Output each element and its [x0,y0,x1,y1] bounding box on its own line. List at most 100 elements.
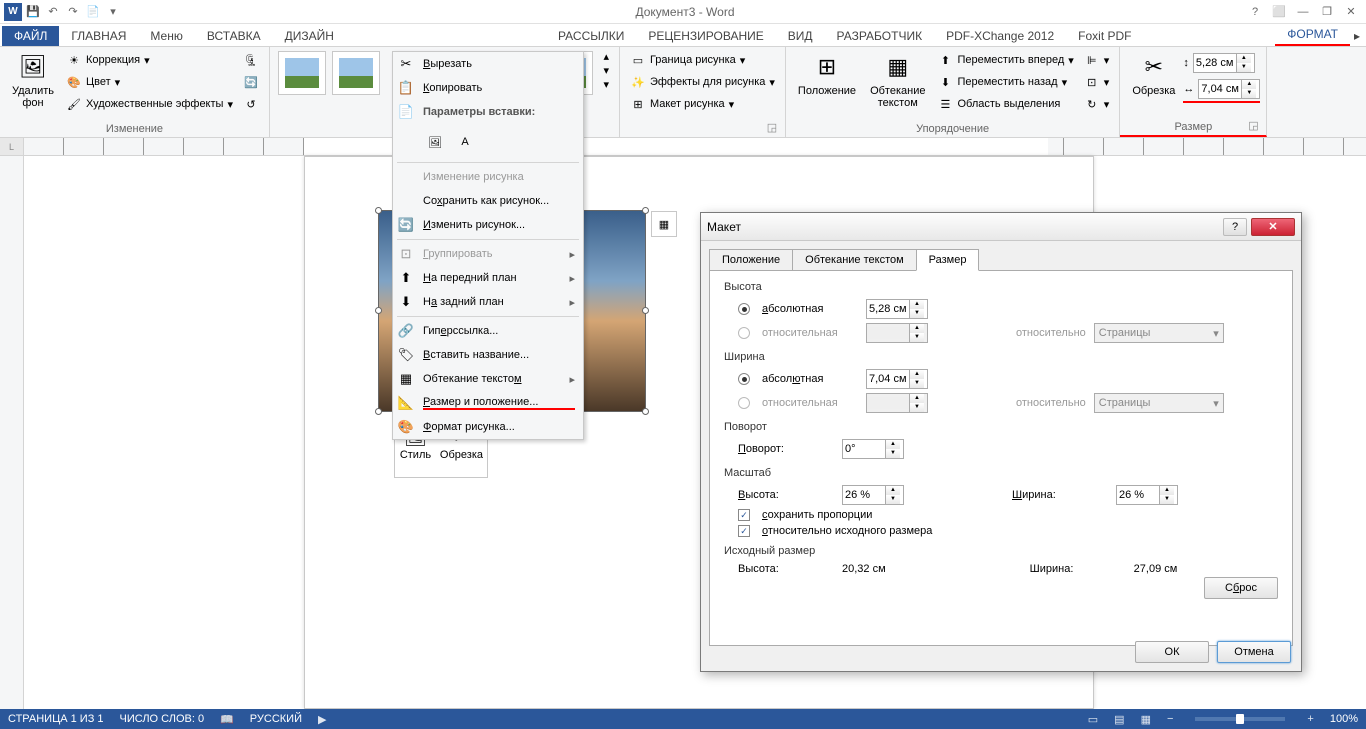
height-abs-input[interactable]: ▲▼ [866,299,928,319]
close-button[interactable]: ✕ [1340,3,1362,21]
ctx-format-picture[interactable]: 🎨Формат рисунка... [393,415,583,439]
corrections-button[interactable]: ☀Коррекция▾ [62,49,237,71]
width-abs-input[interactable]: ▲▼ [866,369,928,389]
scale-h-input[interactable]: ▲▼ [842,485,904,505]
ctx-hyperlink[interactable]: 🔗Гиперссылка... [393,319,583,343]
view-web-icon[interactable]: ▦ [1141,713,1151,726]
tab-view[interactable]: ВИД [776,26,825,46]
status-page[interactable]: СТРАНИЦА 1 ИЗ 1 [8,713,104,725]
crop-button[interactable]: ✂Обрезка [1126,49,1181,99]
horizontal-ruler[interactable]: L [0,138,1366,156]
resize-handle-mr[interactable] [642,307,649,314]
tab-developer[interactable]: РАЗРАБОТЧИК [825,26,935,46]
status-words[interactable]: ЧИСЛО СЛОВ: 0 [120,713,205,725]
artistic-effects-button[interactable]: 🖌Художественные эффекты▾ [62,93,237,115]
help-button[interactable]: ? [1244,3,1266,21]
tab-insert[interactable]: ВСТАВКА [195,26,273,46]
tab-design[interactable]: ДИЗАЙН [273,26,346,46]
send-backward-button[interactable]: ⬇Переместить назад▾ [933,71,1077,93]
maximize-button[interactable]: ❐ [1316,3,1338,21]
ctx-copy[interactable]: 📋Копировать [393,76,583,100]
resize-handle-br[interactable] [642,408,649,415]
dialog-help-button[interactable]: ? [1223,218,1247,236]
align-button[interactable]: ⊫▾ [1080,49,1114,71]
cancel-button[interactable]: Отмена [1217,641,1291,663]
scale-w-input[interactable]: ▲▼ [1116,485,1178,505]
change-picture-button[interactable]: 🔄 [239,71,263,93]
spinner-up-icon[interactable]: ▲ [1242,80,1256,89]
ok-button[interactable]: ОК [1135,641,1209,663]
tab-pdfxchange[interactable]: PDF-XChange 2012 [934,26,1066,46]
tab-home[interactable]: ГЛАВНАЯ [59,26,138,46]
spinner-up-icon[interactable]: ▲ [1237,54,1251,63]
height-input[interactable]: ▲▼ [1193,53,1255,73]
ctx-cut[interactable]: ✂Вырезать [393,52,583,76]
lock-aspect-checkbox[interactable]: ✓ [738,509,750,521]
zoom-in-icon[interactable]: + [1307,713,1313,725]
ctx-bring-front[interactable]: ⬆На передний план▸ [393,266,583,290]
ctx-wrap-text[interactable]: ▦Обтекание текстом▸ [393,367,583,391]
ctx-size-position[interactable]: 📐Размер и положение... [393,391,583,415]
position-button[interactable]: ⊞Положение [792,49,862,99]
styles-more[interactable]: ▾ [599,77,613,91]
picture-border-button[interactable]: ▭Граница рисунка▾ [626,49,779,71]
dialog-close-button[interactable]: ✕ [1251,218,1295,236]
ruler-corner[interactable]: L [0,138,24,155]
width-abs-label[interactable]: абсолютная [762,373,858,385]
resize-handle-ml[interactable] [375,307,382,314]
selection-pane-button[interactable]: ☰Область выделения [933,93,1077,115]
status-zoom[interactable]: 100% [1330,713,1358,725]
height-abs-radio[interactable] [738,303,750,315]
rotate-button[interactable]: ↻▾ [1080,93,1114,115]
height-abs-label[interactable]: абсолютная [762,303,858,315]
spinner-down-icon[interactable]: ▼ [1242,89,1256,98]
ctx-send-back[interactable]: ⬇На задний план▸ [393,290,583,314]
width-abs-radio[interactable] [738,373,750,385]
style-thumb-2[interactable] [332,51,380,95]
tab-format[interactable]: ФОРМАТ [1275,24,1350,46]
styles-row-down[interactable]: ▾ [599,63,613,77]
launcher-icon[interactable]: ◲ [765,121,779,135]
ribbon-options-button[interactable]: ⬜ [1268,3,1290,21]
paste-option-1[interactable]: 🖼 [421,128,449,156]
launcher-icon[interactable]: ◲ [1246,119,1260,133]
dlg-tab-position[interactable]: Положение [709,249,793,270]
ctx-change-image[interactable]: 🔄Изменить рисунок... [393,213,583,237]
compress-button[interactable]: 🗜 [239,49,263,71]
width-input[interactable]: ▲▼ [1198,79,1260,99]
tab-file[interactable]: ФАЙЛ [2,26,59,46]
qat-save-icon[interactable]: 💾 [24,3,42,21]
zoom-out-icon[interactable]: − [1167,713,1173,725]
resize-handle-tl[interactable] [375,207,382,214]
layout-options-icon[interactable]: ▦ [651,211,677,237]
vertical-ruler[interactable] [0,156,24,709]
view-print-icon[interactable]: ▤ [1114,713,1124,726]
ctx-caption[interactable]: 🏷Вставить название... [393,343,583,367]
tab-menu[interactable]: Меню [138,26,194,46]
view-read-icon[interactable]: ▭ [1088,713,1098,726]
qat-redo-icon[interactable]: ↷ [64,3,82,21]
macro-icon[interactable]: ▶ [318,713,326,726]
tab-review[interactable]: РЕЦЕНЗИРОВАНИЕ [636,26,775,46]
reset-picture-button[interactable]: ↺ [239,93,263,115]
paste-option-2[interactable]: A [451,128,479,156]
relative-orig-label[interactable]: относительно исходного размера [762,525,932,537]
color-button[interactable]: 🎨Цвет▾ [62,71,237,93]
lock-aspect-label[interactable]: сохранить пропорции [762,509,872,521]
rotation-input[interactable]: ▲▼ [842,439,904,459]
tab-collapse[interactable]: ▸ [1350,26,1364,46]
bring-forward-button[interactable]: ⬆Переместить вперед▾ [933,49,1077,71]
picture-effects-button[interactable]: ✨Эффекты для рисунка▾ [626,71,779,93]
reset-button[interactable]: Сброс [1204,577,1278,599]
qat-customize-icon[interactable]: ▾ [104,3,122,21]
ctx-save-as-picture[interactable]: Сохранить как рисунок... [393,189,583,213]
remove-background-button[interactable]: 🖼 Удалить фон [6,49,60,111]
picture-layout-button[interactable]: ⊞Макет рисунка▾ [626,93,779,115]
resize-handle-bl[interactable] [375,408,382,415]
dlg-tab-size[interactable]: Размер [916,249,980,271]
relative-orig-checkbox[interactable]: ✓ [738,525,750,537]
qat-undo-icon[interactable]: ↶ [44,3,62,21]
tab-foxit[interactable]: Foxit PDF [1066,26,1143,46]
status-language[interactable]: РУССКИЙ [250,713,302,725]
wrap-text-button[interactable]: ▦Обтекание текстом [864,49,931,111]
